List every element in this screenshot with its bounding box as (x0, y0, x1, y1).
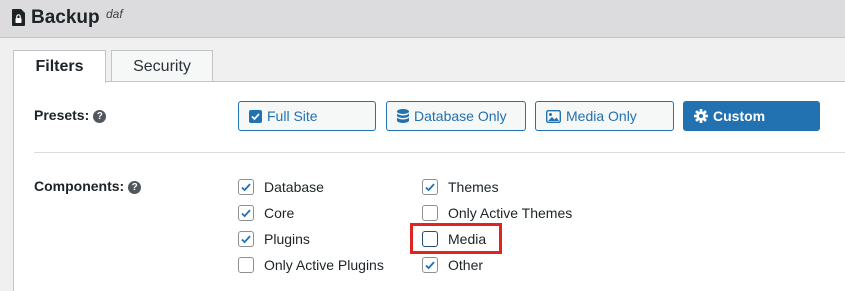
preset-label: Custom (713, 108, 766, 124)
components-label: Components: (34, 178, 125, 194)
core-checkbox[interactable] (238, 205, 254, 221)
tab-security[interactable]: Security (111, 50, 213, 82)
page-subtitle: daf (106, 7, 123, 21)
image-icon (546, 110, 561, 123)
plugins-checkbox-label[interactable]: Plugins (264, 231, 310, 247)
components-row-label: Components:? (34, 178, 142, 194)
checkmark-icon (425, 261, 435, 270)
preset-label: Media Only (566, 108, 637, 124)
media-highlight-box (410, 223, 502, 254)
help-icon[interactable]: ? (93, 110, 107, 123)
only-active-themes-checkbox-label[interactable]: Only Active Themes (448, 205, 572, 221)
themes-checkbox-label[interactable]: Themes (448, 179, 499, 195)
gear-icon (694, 109, 708, 123)
preset-database-only-button[interactable]: Database Only (386, 101, 526, 131)
preset-label: Full Site (267, 108, 318, 124)
checkmark-icon (241, 209, 251, 218)
core-checkbox-label[interactable]: Core (264, 205, 294, 221)
themes-checkbox[interactable] (422, 179, 438, 195)
tab-filters[interactable]: Filters (13, 50, 106, 83)
help-icon[interactable]: ? (128, 181, 142, 194)
database-checkbox[interactable] (238, 179, 254, 195)
header-bar: Backup daf (0, 0, 845, 38)
presets-row-label: Presets:? (34, 107, 107, 123)
other-checkbox-label[interactable]: Other (448, 257, 483, 273)
plugins-checkbox[interactable] (238, 231, 254, 247)
presets-label: Presets: (34, 107, 90, 123)
other-checkbox[interactable] (422, 257, 438, 273)
only-active-plugins-checkbox-label[interactable]: Only Active Plugins (264, 257, 384, 273)
checkmark-icon (241, 235, 251, 244)
only-active-themes-checkbox[interactable] (422, 205, 438, 221)
preset-custom-button[interactable]: Custom (683, 101, 820, 131)
page-title: Backup (31, 7, 100, 28)
file-lock-icon (12, 9, 25, 26)
preset-label: Database Only (414, 108, 507, 124)
checkbox-icon (249, 110, 262, 123)
checkmark-icon (425, 183, 435, 192)
database-icon (397, 109, 409, 123)
preset-media-only-button[interactable]: Media Only (535, 101, 674, 131)
checkmark-icon (241, 183, 251, 192)
preset-full-site-button[interactable]: Full Site (238, 101, 376, 131)
section-divider (34, 152, 845, 153)
database-checkbox-label[interactable]: Database (264, 179, 324, 195)
only-active-plugins-checkbox[interactable] (238, 257, 254, 273)
